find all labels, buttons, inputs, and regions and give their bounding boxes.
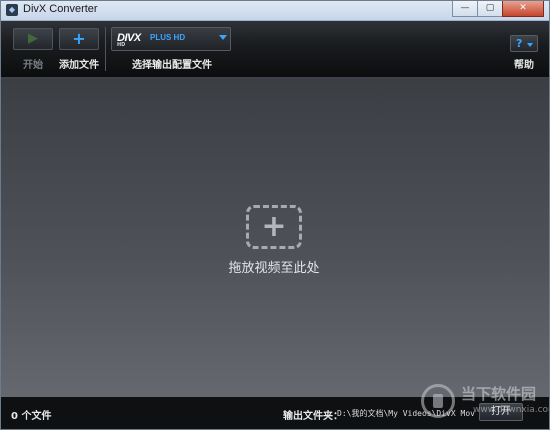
divx-hd-mark: HD — [117, 42, 126, 48]
toolbar: ▶ 开始 + 添加文件 DIVX HD PLUS HD 选择输出配置文件 ? 帮… — [1, 21, 549, 79]
divx-app-icon: ◆ — [6, 4, 18, 16]
play-icon: ▶ — [28, 31, 38, 46]
window-controls: — ▢ ✕ — [452, 1, 544, 17]
drop-hint: 拖放视频至此处 — [228, 261, 320, 276]
help-button[interactable]: ? — [510, 35, 538, 52]
maximize-button[interactable]: ▢ — [477, 1, 502, 17]
output-folder-path: D:\我的文档\My Videos\DivX Movies — [337, 409, 475, 418]
video-drop-zone[interactable]: + 拖放视频至此处 — [1, 79, 549, 397]
start-label: 开始 — [23, 60, 43, 71]
add-file-button[interactable]: + — [59, 28, 99, 50]
add-file-label: 添加文件 — [59, 60, 99, 71]
chevron-down-icon — [219, 35, 227, 40]
add-video-icon[interactable]: + — [246, 205, 302, 249]
question-icon: ? — [516, 37, 523, 50]
minimize-button[interactable]: — — [452, 1, 477, 17]
plus-icon: + — [261, 209, 287, 244]
app-window: ◆ DivX Converter — ▢ ✕ ▶ 开始 + 添加文件 DIVX … — [0, 0, 550, 430]
output-folder-label: 输出文件夹： — [283, 411, 343, 422]
profile-name: PLUS HD — [150, 33, 186, 42]
title-bar[interactable]: ◆ DivX Converter — ▢ ✕ — [1, 1, 549, 21]
output-profile-dropdown[interactable]: DIVX HD PLUS HD — [111, 27, 231, 51]
toolbar-divider — [105, 27, 106, 71]
file-count: 0 个文件 — [11, 411, 52, 422]
close-button[interactable]: ✕ — [502, 1, 544, 17]
status-bar: 0 个文件 输出文件夹： D:\我的文档\My Videos\DivX Movi… — [1, 397, 549, 429]
start-button[interactable]: ▶ — [13, 28, 53, 50]
chevron-down-icon — [527, 43, 533, 47]
plus-icon: + — [72, 29, 86, 48]
open-folder-button[interactable]: 打开 — [479, 403, 523, 421]
help-label: 帮助 — [514, 60, 534, 71]
window-title: DivX Converter — [23, 3, 98, 15]
profile-caption: 选择输出配置文件 — [132, 60, 212, 71]
